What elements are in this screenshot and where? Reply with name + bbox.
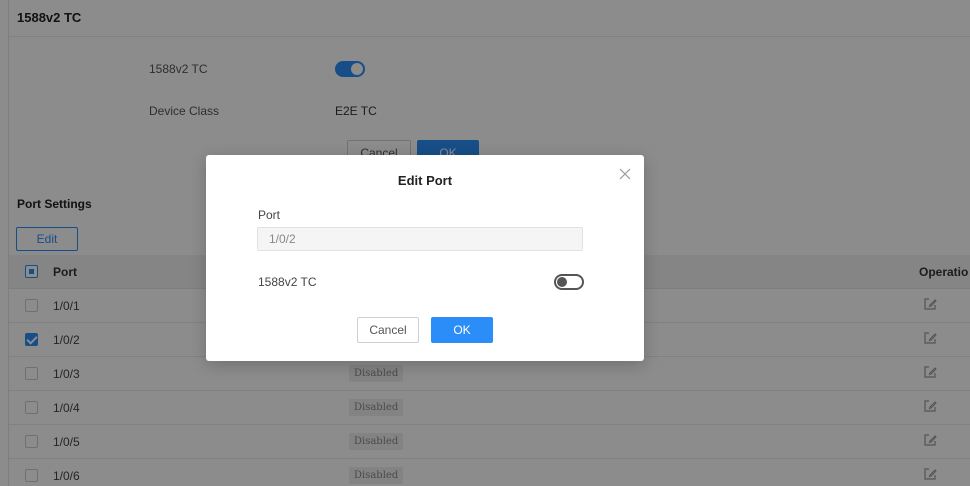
dialog-tc-toggle[interactable] <box>554 274 584 290</box>
dialog-ok-button[interactable]: OK <box>431 317 493 343</box>
port-field: 1/0/2 <box>257 227 583 251</box>
edit-port-dialog: Edit Port Port 1/0/2 1588v2 TC Cancel OK <box>206 155 644 361</box>
port-field-label: Port <box>258 208 281 222</box>
dialog-tc-label: 1588v2 TC <box>258 275 317 289</box>
close-icon[interactable] <box>618 167 632 181</box>
dialog-cancel-button[interactable]: Cancel <box>357 317 419 343</box>
dialog-title: Edit Port <box>397 173 453 188</box>
toggle-knob <box>557 277 567 287</box>
